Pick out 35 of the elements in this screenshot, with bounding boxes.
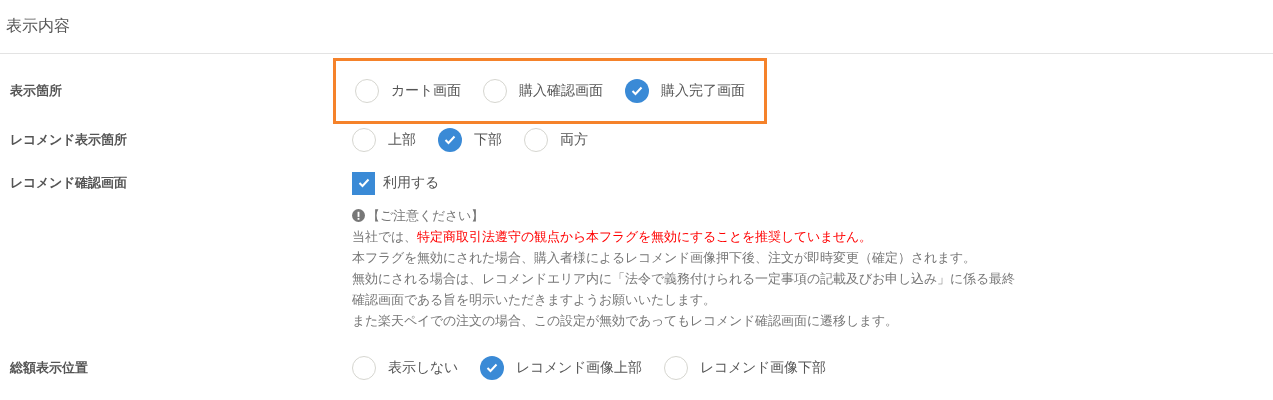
field-label: 総額表示位置	[10, 359, 89, 377]
radio-button[interactable]	[480, 356, 504, 380]
option-label: 購入確認画面	[519, 82, 603, 100]
exclamation-icon	[352, 209, 365, 222]
check-icon	[444, 135, 456, 145]
radio-button[interactable]	[524, 128, 548, 152]
notice-text: 無効にされる場合は、レコメンドエリア内に「法令で義務付けられる一定事項の記載及びお申し込み」に係る最終確認画面である旨を明示いただきますようお願いいたします。	[352, 270, 1016, 309]
radio-button[interactable]	[355, 79, 379, 103]
radio-button[interactable]	[352, 128, 376, 152]
notice-text: 本フラグを無効にされた場合、購入者様によるレコメンド画像押下後、注文が即時変更（確定）されます。	[352, 249, 977, 267]
field-label: 表示箇所	[10, 82, 63, 100]
checkbox[interactable]	[352, 171, 375, 195]
check-icon	[357, 178, 370, 188]
radio-button[interactable]	[483, 79, 507, 103]
section-title: 表示内容	[5, 15, 71, 37]
option-label: 表示しない	[388, 359, 458, 377]
option-label: 下部	[474, 131, 502, 149]
option-label: 両方	[560, 131, 588, 149]
option-label: 上部	[388, 131, 416, 149]
option-label: レコメンド画像下部	[700, 359, 826, 377]
field-label: レコメンド表示箇所	[10, 131, 128, 149]
radio-button[interactable]	[625, 79, 649, 103]
notice-heading: 【ご注意ください】	[367, 207, 484, 225]
radio-button[interactable]	[352, 356, 376, 380]
field-label: レコメンド確認画面	[10, 174, 128, 192]
option-label: カート画面	[391, 82, 461, 100]
radio-button[interactable]	[664, 356, 688, 380]
check-icon	[631, 86, 643, 96]
option-label: 購入完了画面	[661, 82, 745, 100]
option-label: 利用する	[383, 174, 439, 192]
notice-text: 当社では、特定商取引法遵守の観点から本フラグを無効にすることを推奨していません。	[352, 228, 873, 246]
check-icon	[486, 363, 498, 373]
option-label: レコメンド画像上部	[516, 359, 642, 377]
radio-button[interactable]	[438, 128, 462, 152]
notice-text: また楽天ペイでの注文の場合、この設定が無効であってもレコメンド確認画面に遷移します。	[352, 312, 899, 330]
